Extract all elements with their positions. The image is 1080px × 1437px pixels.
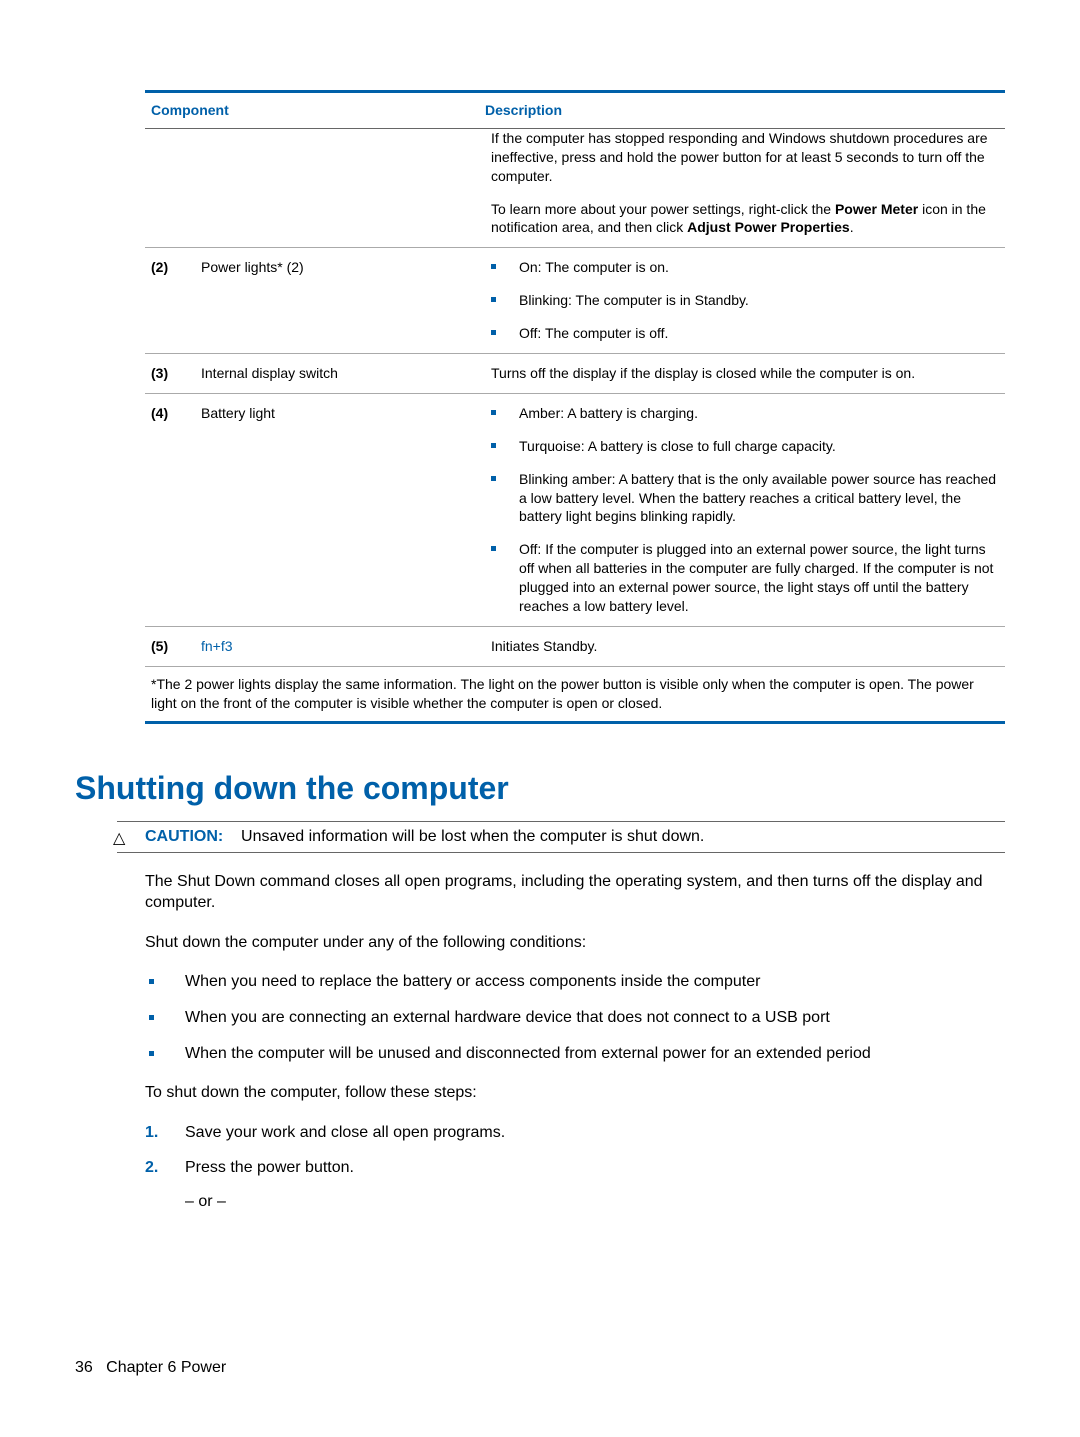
row-component: Internal display switch — [195, 354, 485, 394]
list-item: On: The computer is on. — [491, 258, 999, 277]
section-heading: Shutting down the computer — [75, 770, 1005, 807]
list-item: 1. Save your work and close all open pro… — [145, 1122, 1005, 1144]
list-item: Off: The computer is off. — [491, 324, 999, 343]
table-row: If the computer has stopped responding a… — [145, 128, 1005, 247]
body-paragraph: To shut down the computer, follow these … — [145, 1082, 1005, 1104]
text: . — [850, 219, 854, 235]
step-text: Press the power button. — [185, 1159, 354, 1176]
page-footer: 36 Chapter 6 Power — [75, 1359, 226, 1377]
step-number: 1. — [145, 1122, 158, 1144]
list-item: 2. Press the power button. — [145, 1157, 1005, 1179]
table-row: (2) Power lights* (2) On: The computer i… — [145, 248, 1005, 354]
table-footnote: *The 2 power lights display the same inf… — [145, 666, 1005, 722]
body-paragraph: Shut down the computer under any of the … — [145, 932, 1005, 954]
list-item: Blinking amber: A battery that is the on… — [491, 470, 999, 527]
caution-block: △ CAUTION: Unsaved information will be l… — [117, 821, 1005, 853]
header-description: Description — [485, 92, 1005, 129]
text: To learn more about your power settings,… — [491, 201, 835, 217]
bold-text: Adjust Power Properties — [687, 219, 850, 235]
list-item: When the computer will be unused and dis… — [145, 1043, 1005, 1065]
row-component: Power lights* (2) — [195, 248, 485, 354]
component-table: Component Description If the computer ha… — [145, 90, 1005, 724]
row-index: (5) — [145, 626, 195, 666]
page-content: Component Description If the computer ha… — [145, 90, 1005, 1211]
step-number: 2. — [145, 1157, 158, 1179]
desc-text: Initiates Standby. — [485, 626, 1005, 666]
desc-list: On: The computer is on. Blinking: The co… — [491, 258, 999, 343]
footnote-text: *The 2 power lights display the same inf… — [145, 666, 1005, 722]
list-item: Amber: A battery is charging. — [491, 404, 999, 423]
list-item: Turquoise: A battery is close to full ch… — [491, 437, 999, 456]
row-component-link[interactable]: fn+f3 — [195, 626, 485, 666]
table-row: (3) Internal display switch Turns off th… — [145, 354, 1005, 394]
row-index: (3) — [145, 354, 195, 394]
body-bullet-list: When you need to replace the battery or … — [145, 971, 1005, 1064]
body-paragraph: The Shut Down command closes all open pr… — [145, 871, 1005, 914]
body-steps-list: 1. Save your work and close all open pro… — [145, 1122, 1005, 1179]
page-number: 36 — [75, 1359, 93, 1376]
row-index: (2) — [145, 248, 195, 354]
table-row: (4) Battery light Amber: A battery is ch… — [145, 393, 1005, 626]
desc-paragraph: If the computer has stopped responding a… — [491, 129, 999, 186]
chapter-label: Chapter 6 Power — [106, 1359, 226, 1376]
list-item: Blinking: The computer is in Standby. — [491, 291, 999, 310]
table-header-row: Component Description — [145, 92, 1005, 129]
header-component: Component — [145, 92, 485, 129]
caution-icon: △ — [113, 828, 125, 848]
table-row: (5) fn+f3 Initiates Standby. — [145, 626, 1005, 666]
caution-label: CAUTION: — [145, 828, 223, 845]
list-item: Off: If the computer is plugged into an … — [491, 540, 999, 616]
bold-text: Power Meter — [835, 201, 918, 217]
caution-text: Unsaved information will be lost when th… — [241, 828, 704, 845]
or-text: – or – — [185, 1193, 1005, 1211]
desc-paragraph: To learn more about your power settings,… — [491, 200, 999, 238]
list-item: When you need to replace the battery or … — [145, 971, 1005, 993]
row-component: Battery light — [195, 393, 485, 626]
desc-list: Amber: A battery is charging. Turquoise:… — [491, 404, 999, 616]
step-text: Save your work and close all open progra… — [185, 1124, 505, 1141]
list-item: When you are connecting an external hard… — [145, 1007, 1005, 1029]
row-index: (4) — [145, 393, 195, 626]
desc-text: Turns off the display if the display is … — [485, 354, 1005, 394]
